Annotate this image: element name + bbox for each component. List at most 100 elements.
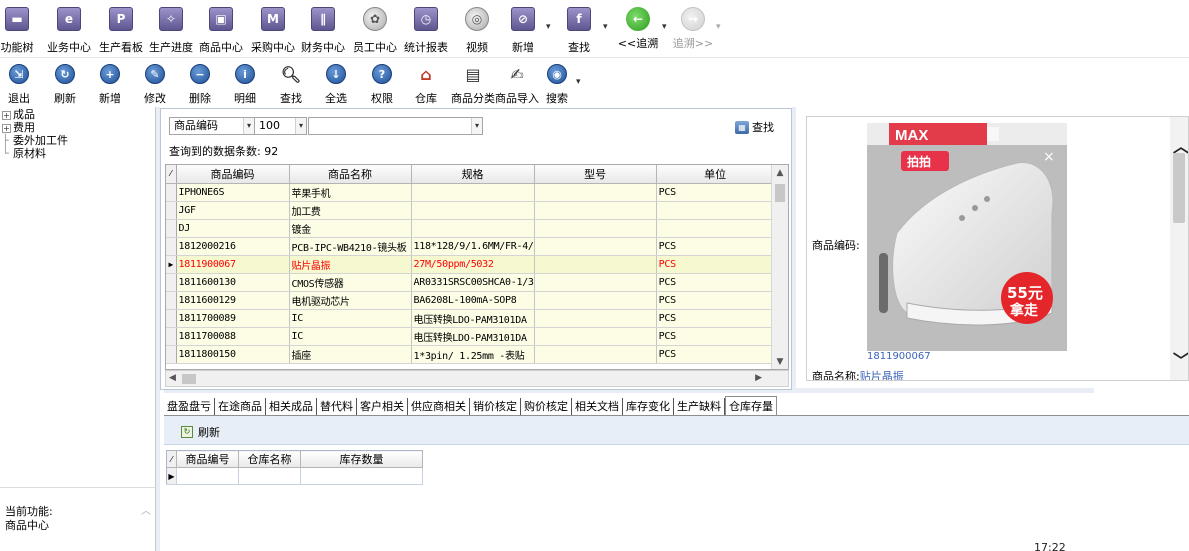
tab-7[interactable]: 购价核定 xyxy=(521,398,572,416)
cell-name[interactable]: 插座 xyxy=(289,345,412,364)
find-button[interactable]: 🔍︎ 查找 xyxy=(280,64,302,106)
cell-model[interactable] xyxy=(534,219,657,238)
detail-button[interactable]: i 明细 xyxy=(234,64,256,106)
search-button[interactable]: ◉ 搜索 xyxy=(546,64,568,106)
tree-node-outsourced[interactable]: ├ 委外加工件 xyxy=(2,135,68,147)
col-header-unit[interactable]: 单位 xyxy=(656,165,775,184)
cell-name[interactable]: PCB-IPC-WB4210-镜头板 xyxy=(289,237,412,256)
tree-node-finished[interactable]: + 成品 xyxy=(2,109,35,121)
edit-button[interactable]: ✎ 修改 xyxy=(144,64,166,106)
refresh-button[interactable]: ↻ 刷新 xyxy=(54,64,76,106)
cell-model[interactable] xyxy=(534,273,657,292)
right-splitter[interactable] xyxy=(792,107,796,392)
cell-code[interactable]: DJ xyxy=(176,219,290,238)
cell-spec[interactable]: 1*3pin/ 1.25mm -表贴 xyxy=(411,345,535,364)
table-row[interactable]: JGF 加工费 xyxy=(166,201,775,220)
scroll-thumb[interactable] xyxy=(182,374,196,384)
cell-name[interactable]: 镀金 xyxy=(289,219,412,238)
cell-unit[interactable]: PCS xyxy=(656,273,775,292)
staff-center-button[interactable]: ✿ 员工中心 xyxy=(350,4,400,56)
exit-button[interactable]: ⇲ 退出 xyxy=(8,64,30,106)
cell-unit[interactable]: PCS xyxy=(656,345,775,364)
warehouse-button[interactable]: ⌂ 仓库 xyxy=(415,64,437,106)
table-row[interactable]: 1811700088 IC 电压转换LDO-PAM3101DA PCS xyxy=(166,327,775,346)
cell-spec[interactable] xyxy=(411,201,535,220)
cell-model[interactable] xyxy=(534,201,657,220)
cell-unit[interactable]: PCS xyxy=(656,309,775,328)
row-limit-select[interactable]: 100 ▾ xyxy=(254,117,307,135)
col-header-code[interactable]: 商品编码 xyxy=(176,165,290,184)
col-header-name[interactable]: 商品名称 xyxy=(289,165,412,184)
cell-spec[interactable]: 27M/50ppm/5032 xyxy=(411,255,535,274)
cell-unit[interactable]: PCS xyxy=(656,327,775,346)
production-board-button[interactable]: P 生产看板 xyxy=(96,4,146,56)
table-row[interactable]: ▶ 1811900067 贴片晶振 27M/50ppm/5032 PCS xyxy=(166,255,775,274)
cell-code[interactable]: IPHONE6S xyxy=(176,183,290,202)
select-all-button[interactable]: ↓ 全选 xyxy=(325,64,347,106)
finance-center-button[interactable]: ∥ 财务中心 xyxy=(298,4,348,56)
cell-code[interactable]: 1811700088 xyxy=(176,327,290,346)
table-row[interactable]: 1811700089 IC 电压转换LDO-PAM3101DA PCS xyxy=(166,309,775,328)
find-dropdown-arrow[interactable]: ▾ xyxy=(603,22,608,32)
cell-model[interactable] xyxy=(534,345,657,364)
cell-code[interactable]: 1811700089 xyxy=(176,309,290,328)
cell-code[interactable]: 1811600130 xyxy=(176,273,290,292)
stock-refresh-button[interactable]: ↻ 刷新 xyxy=(181,424,220,440)
video-button[interactable]: ◎ 视频 xyxy=(462,4,492,56)
table-row[interactable]: 1811600130 CMOS传感器 AR0331SRSC00SHCA0-1/3 PC… xyxy=(166,273,775,292)
col-header-warehouse[interactable]: 仓库名称 xyxy=(238,450,301,468)
delete-button[interactable]: − 删除 xyxy=(189,64,211,106)
trace-forward-button[interactable]: → 追溯>> xyxy=(673,4,713,56)
cell-unit[interactable] xyxy=(656,201,775,220)
function-tree-button[interactable]: ▬ 功能树 xyxy=(0,4,34,56)
cell-name[interactable]: 加工费 xyxy=(289,201,412,220)
scroll-up-icon[interactable]: ▲ xyxy=(772,165,788,182)
col-header-stock-qty[interactable]: 库存数量 xyxy=(300,450,423,468)
cell-unit[interactable]: PCS xyxy=(656,237,775,256)
scroll-right-icon[interactable]: ▶ xyxy=(755,371,762,386)
tab-9[interactable]: 库存变化 xyxy=(623,398,674,416)
tab-6[interactable]: 销价核定 xyxy=(470,398,521,416)
trace-back-button[interactable]: ← <<追溯 xyxy=(618,4,658,56)
cell-code[interactable]: 1812000216 xyxy=(176,237,290,256)
col-header-model[interactable]: 型号 xyxy=(534,165,657,184)
tab-0[interactable]: 盘盈盘亏 xyxy=(164,398,215,416)
table-row[interactable]: DJ 镀金 xyxy=(166,219,775,238)
expand-icon[interactable]: + xyxy=(2,124,11,133)
scroll-left-icon[interactable]: ◀ xyxy=(169,371,176,386)
cell-name[interactable]: IC xyxy=(289,309,412,328)
preview-scrollbar[interactable]: ︿ ﹀ xyxy=(1170,117,1188,380)
table-row[interactable]: 1811800150 插座 1*3pin/ 1.25mm -表贴 PCS xyxy=(166,345,775,364)
scroll-down-icon[interactable]: ▼ xyxy=(772,354,788,369)
cell-model[interactable] xyxy=(534,255,657,274)
cell-code[interactable]: 1811800150 xyxy=(176,345,290,364)
grid-horizontal-scrollbar[interactable]: ◀ ▶ xyxy=(165,370,789,387)
cell-code[interactable]: 1811900067 xyxy=(176,255,290,274)
search-dropdown-arrow[interactable]: ▾ xyxy=(576,77,581,87)
add-button[interactable]: + 新增 xyxy=(99,64,121,106)
tab-3[interactable]: 替代料 xyxy=(317,398,357,416)
cell-model[interactable] xyxy=(534,237,657,256)
permission-button[interactable]: ? 权限 xyxy=(371,64,393,106)
add-dropdown-arrow[interactable]: ▾ xyxy=(546,22,551,32)
cell-product-no[interactable] xyxy=(176,467,239,485)
table-row[interactable]: IPHONE6S 苹果手机 PCS xyxy=(166,183,775,202)
cell-spec[interactable] xyxy=(411,183,535,202)
cell-stock-qty[interactable] xyxy=(300,467,423,485)
tab-2[interactable]: 相关成品 xyxy=(266,398,317,416)
cell-spec[interactable]: BA6208L-100mA-SOP8 xyxy=(411,291,535,310)
find-module-button[interactable]: f 查找 xyxy=(564,4,594,56)
cell-spec[interactable]: AR0331SRSC00SHCA0-1/3 xyxy=(411,273,535,292)
cell-code[interactable]: JGF xyxy=(176,201,290,220)
cell-name[interactable]: CMOS传感器 xyxy=(289,273,412,292)
statistics-report-button[interactable]: ◷ 统计报表 xyxy=(401,4,451,56)
cell-name[interactable]: 贴片晶振 xyxy=(289,255,412,274)
purchase-center-button[interactable]: M 采购中心 xyxy=(248,4,298,56)
tab-4[interactable]: 客户相关 xyxy=(357,398,408,416)
product-import-button[interactable]: ✍ 商品导入 xyxy=(495,64,539,106)
cell-name[interactable]: 苹果手机 xyxy=(289,183,412,202)
tab-1[interactable]: 在途商品 xyxy=(215,398,266,416)
scroll-up-icon[interactable]: ︿ xyxy=(141,502,151,517)
col-header-spec[interactable]: 规格 xyxy=(411,165,535,184)
add-module-button[interactable]: ⊘ 新增 xyxy=(508,4,538,56)
